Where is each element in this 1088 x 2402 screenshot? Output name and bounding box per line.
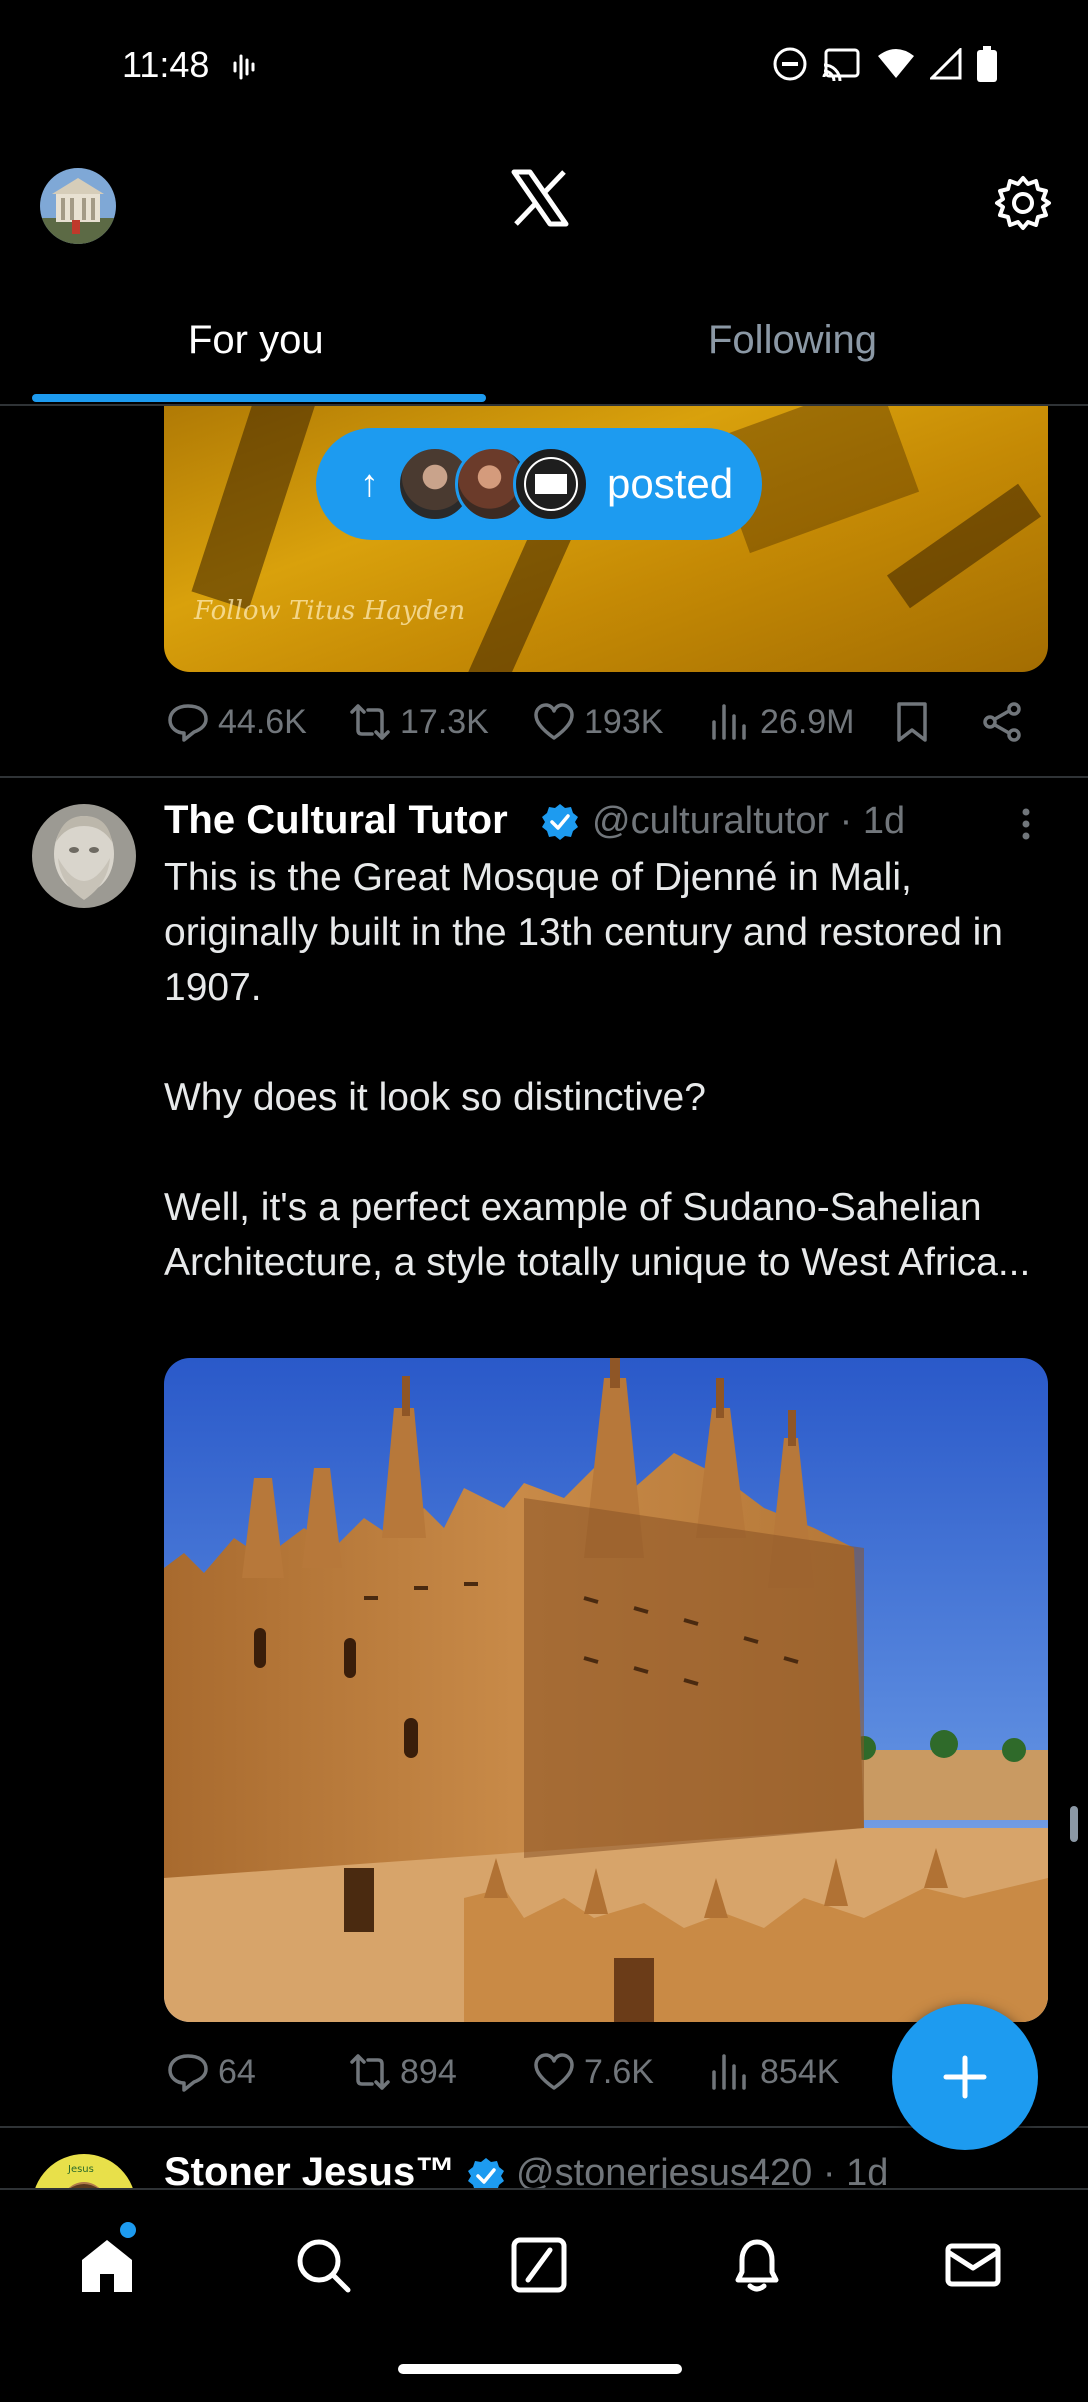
settings-gear-icon[interactable] (994, 174, 1052, 232)
home-notification-dot (120, 2222, 136, 2238)
views-count: 854K (760, 2052, 840, 2091)
cast-icon (822, 47, 862, 86)
signal-icon (928, 46, 962, 85)
repost-button[interactable]: 17.3K (348, 700, 489, 744)
author-name[interactable]: The Cultural Tutor (164, 798, 508, 843)
profile-avatar[interactable] (40, 168, 116, 244)
tab-for-you[interactable]: For you (188, 318, 324, 363)
repost-count: 894 (400, 2052, 457, 2091)
reply-count: 64 (218, 2052, 256, 2091)
tweet-media-image[interactable] (164, 1358, 1048, 2022)
repost-button[interactable]: 894 (348, 2050, 457, 2094)
media-watermark: Follow Titus Hayden (194, 596, 466, 626)
share-button[interactable] (980, 700, 1024, 744)
dnd-icon (772, 46, 808, 87)
views-chart-icon (712, 2054, 746, 2090)
system-home-indicator[interactable] (398, 2364, 682, 2374)
home-icon[interactable] (76, 2234, 138, 2296)
wifi-icon (876, 48, 916, 85)
tweet-text: This is the Great Mosque of Djenné in Ma… (164, 856, 1031, 1284)
grok-icon[interactable] (508, 2234, 570, 2296)
notifications-bell-icon[interactable] (726, 2234, 788, 2296)
heart-icon (534, 2053, 574, 2090)
like-button[interactable]: 7.6K (532, 2050, 654, 2094)
reply-count: 44.6K (218, 702, 307, 741)
search-icon[interactable] (292, 2234, 354, 2296)
pill-avatars (397, 446, 589, 522)
like-count: 193K (584, 702, 664, 741)
battery-icon (976, 46, 998, 87)
new-posts-pill[interactable]: ↑ posted (316, 428, 762, 540)
sound-wave-icon (232, 52, 258, 87)
x-logo-icon[interactable] (510, 168, 570, 228)
arrow-up-icon: ↑ (360, 462, 379, 505)
reply-icon (168, 704, 208, 742)
views-button[interactable]: 26.9M (708, 700, 855, 744)
scrollbar-thumb[interactable] (1070, 1806, 1078, 1842)
share-icon (983, 702, 1021, 742)
views-button[interactable]: 854K (708, 2050, 839, 2094)
bookmark-button[interactable] (890, 700, 934, 744)
tab-following[interactable]: Following (708, 318, 877, 363)
bookmark-icon (897, 702, 927, 742)
repost-icon (350, 704, 390, 740)
author-avatar[interactable] (32, 804, 136, 908)
verified-badge-icon (540, 802, 580, 842)
compose-post-button[interactable] (892, 2004, 1038, 2150)
views-count: 26.9M (760, 702, 855, 741)
avatar (513, 446, 589, 522)
heart-icon (534, 703, 574, 740)
messages-envelope-icon[interactable] (942, 2234, 1004, 2296)
plus-icon (943, 2055, 987, 2099)
views-chart-icon (712, 704, 746, 740)
more-options-icon[interactable] (1016, 804, 1036, 849)
post-divider (0, 776, 1088, 778)
status-icons (772, 46, 998, 87)
tab-active-indicator (32, 394, 486, 402)
reply-button[interactable]: 44.6K (166, 700, 307, 744)
repost-count: 17.3K (400, 702, 489, 741)
status-time: 11:48 (122, 44, 210, 85)
svg-text:Jesus: Jesus (67, 2164, 94, 2175)
pill-label: posted (607, 460, 734, 507)
reply-icon (168, 2054, 208, 2092)
like-button[interactable]: 193K (532, 700, 663, 744)
like-count: 7.6K (584, 2052, 654, 2091)
reply-button[interactable]: 64 (166, 2050, 256, 2094)
author-handle-time: @culturaltutor · 1d (592, 800, 906, 842)
repost-icon (350, 2054, 390, 2090)
